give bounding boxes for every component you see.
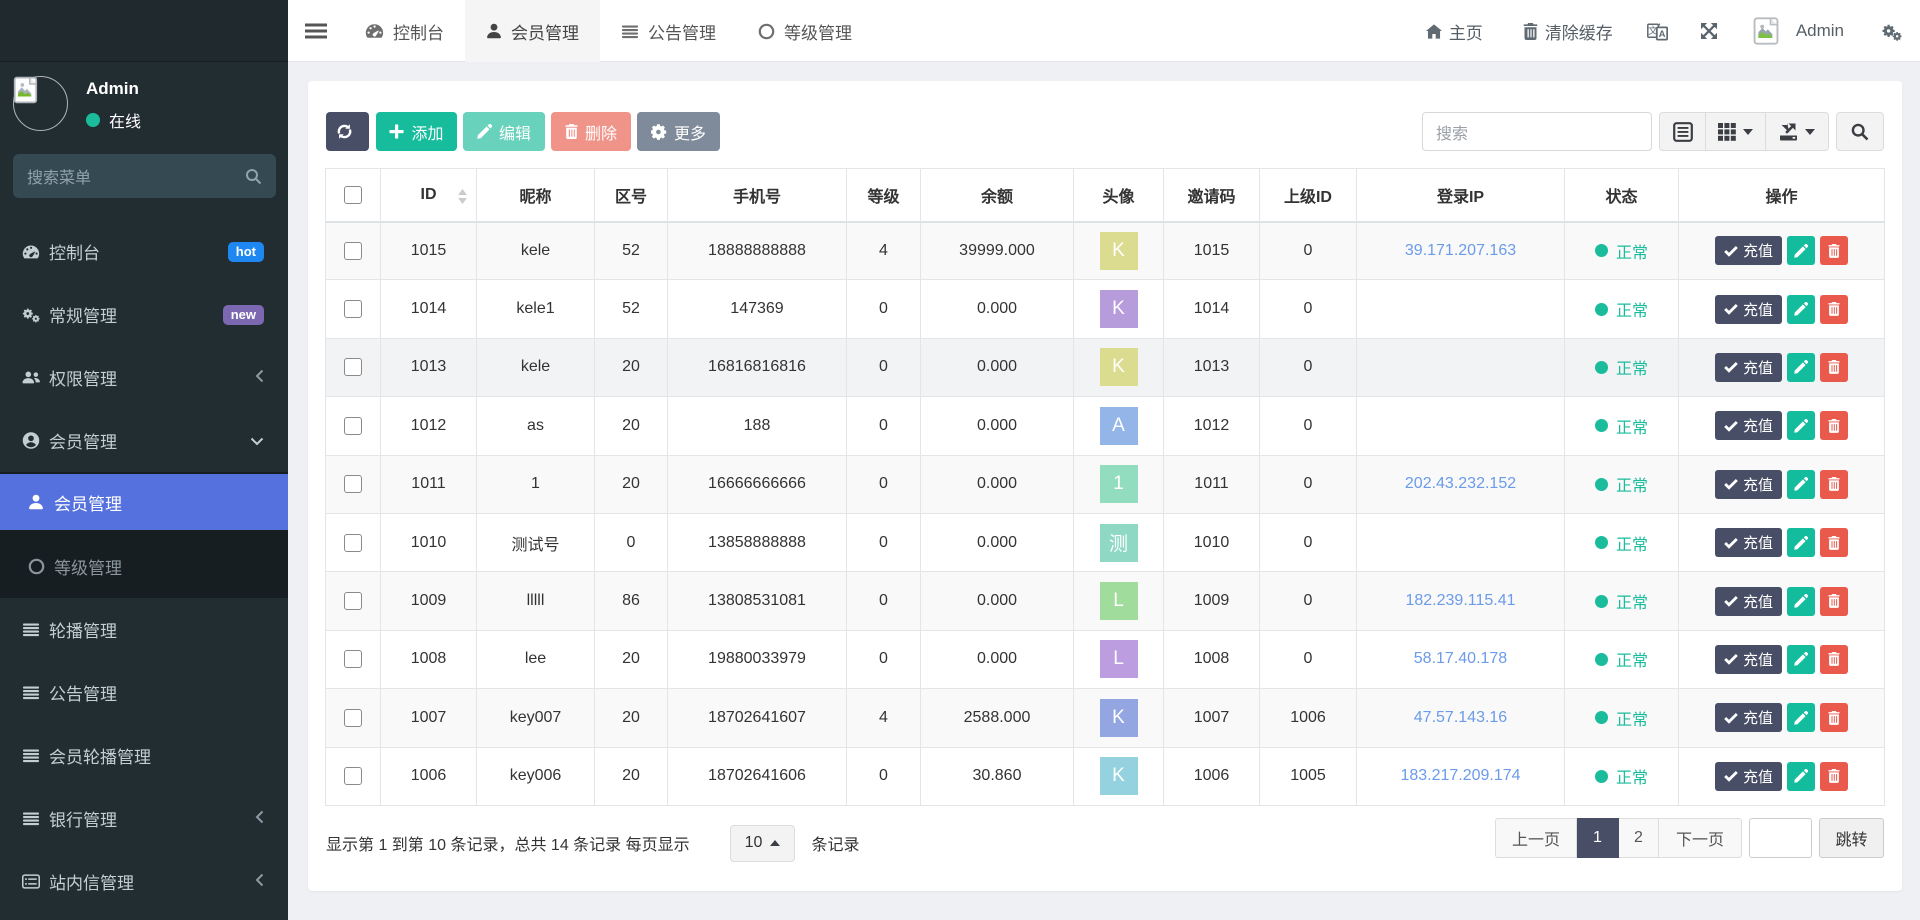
svg-text:A: A (1658, 28, 1665, 39)
